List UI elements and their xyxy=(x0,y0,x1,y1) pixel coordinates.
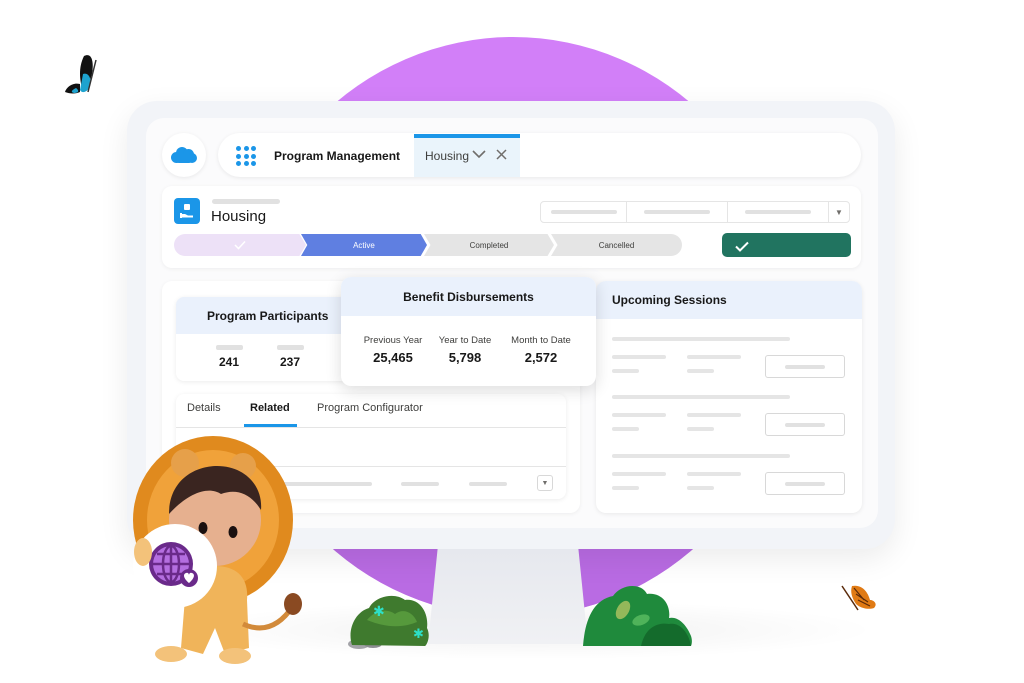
metric-label: Year to Date xyxy=(438,335,492,346)
participants-value: 237 xyxy=(280,355,301,369)
record-title: Housing xyxy=(211,208,267,225)
action-button[interactable] xyxy=(541,202,627,222)
upcoming-sessions-card: Upcoming Sessions xyxy=(596,281,862,513)
lion-astro-mascot xyxy=(133,436,302,664)
session-placeholder xyxy=(687,413,741,417)
session-placeholder xyxy=(612,472,666,476)
session-placeholder xyxy=(612,486,639,490)
bush-right-illustration xyxy=(583,585,692,646)
session-placeholder xyxy=(612,454,790,458)
session-placeholder xyxy=(612,413,666,417)
svg-text:✱: ✱ xyxy=(373,604,385,620)
orange-monarch-butterfly-illustration xyxy=(841,585,876,611)
record-action-group: ▼ xyxy=(540,201,850,223)
benefit-disbursements-card: Benefit Disbursements Previous Year 25,4… xyxy=(341,277,596,386)
blue-butterfly-illustration xyxy=(65,55,97,94)
metric-label: Previous Year xyxy=(363,335,423,346)
session-placeholder xyxy=(687,355,741,359)
app-name: Program Management xyxy=(274,149,401,163)
path-step-active[interactable]: Active xyxy=(301,234,427,256)
path-step-completed[interactable]: Completed xyxy=(424,234,554,256)
metric-value: 25,465 xyxy=(373,350,413,365)
upcoming-sessions-title: Upcoming Sessions xyxy=(596,281,862,319)
mark-complete-button[interactable] xyxy=(722,233,851,257)
benefit-disbursements-title: Benefit Disbursements xyxy=(341,277,596,316)
session-action-button[interactable] xyxy=(765,355,845,378)
metric-month-to-date: Month to Date 2,572 xyxy=(501,335,581,365)
close-icon[interactable] xyxy=(496,147,507,163)
monitor-stand xyxy=(428,549,588,644)
metric-label-placeholder xyxy=(216,345,243,350)
session-placeholder xyxy=(612,395,790,399)
check-icon xyxy=(234,240,246,250)
action-button[interactable] xyxy=(627,202,728,222)
metric-previous-year: Previous Year 25,465 xyxy=(353,335,433,365)
path-step-complete[interactable] xyxy=(174,234,306,256)
status-path: Active Completed Cancelled xyxy=(174,234,682,256)
salesforce-logo[interactable] xyxy=(162,133,206,177)
participants-value: 241 xyxy=(219,355,240,369)
app-launcher-icon[interactable] xyxy=(236,146,256,166)
session-placeholder xyxy=(612,369,639,373)
action-button[interactable] xyxy=(728,202,829,222)
session-placeholder xyxy=(612,337,790,341)
tab-program-configurator[interactable]: Program Configurator xyxy=(317,402,423,414)
row-placeholder xyxy=(401,482,439,486)
row-action-dropdown[interactable]: ▼ xyxy=(537,475,553,491)
tab-related[interactable]: Related xyxy=(250,402,290,414)
session-placeholder xyxy=(687,369,714,373)
metric-label-placeholder xyxy=(277,345,304,350)
svg-text:✱: ✱ xyxy=(413,627,424,642)
housing-hand-box-icon xyxy=(174,198,200,224)
session-action-button[interactable] xyxy=(765,413,845,436)
session-placeholder xyxy=(687,486,714,490)
metric-value: 2,572 xyxy=(524,350,558,365)
record-type-placeholder xyxy=(212,199,280,204)
session-placeholder xyxy=(612,427,639,431)
nav-tab-housing[interactable]: Housing xyxy=(414,134,520,177)
session-placeholder xyxy=(687,427,714,431)
metric-value: 5,798 xyxy=(448,350,482,365)
bush-left-illustration: ✱ ✱ xyxy=(348,595,429,649)
salesforce-cloud-icon xyxy=(171,147,197,163)
metric-label: Month to Date xyxy=(511,335,571,346)
tab-details[interactable]: Details xyxy=(187,402,221,414)
session-placeholder xyxy=(612,355,666,359)
session-placeholder xyxy=(687,472,741,476)
chevron-down-icon[interactable] xyxy=(472,148,486,162)
check-icon xyxy=(735,241,749,252)
nav-tab-label: Housing xyxy=(425,149,470,163)
dropdown-triangle-icon[interactable]: ▼ xyxy=(829,202,849,222)
row-placeholder xyxy=(469,482,507,486)
session-action-button[interactable] xyxy=(765,472,845,495)
metric-year-to-date: Year to Date 5,798 xyxy=(425,335,505,365)
path-step-cancelled[interactable]: Cancelled xyxy=(551,234,682,256)
